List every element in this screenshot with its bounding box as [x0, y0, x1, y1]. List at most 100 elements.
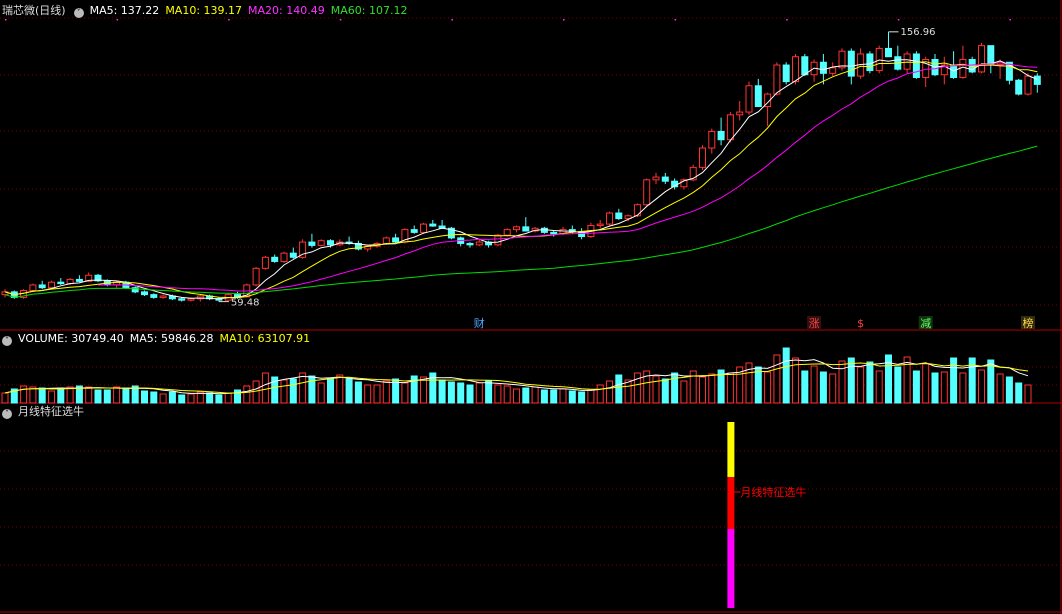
candle-body [912, 53, 920, 78]
candle-body [699, 147, 706, 168]
candlestick [215, 297, 223, 302]
candlestick [38, 280, 46, 290]
candlestick [354, 240, 362, 251]
candle-body [522, 226, 530, 232]
candlestick [764, 92, 772, 126]
event-marker-text: 榜 [1023, 316, 1034, 330]
volume-bar [522, 387, 530, 404]
candlestick [838, 48, 846, 71]
volume-bar [866, 361, 874, 404]
candle-body [903, 53, 911, 70]
candle-body [57, 281, 65, 285]
volume-bar [299, 372, 307, 404]
candle-body [1033, 75, 1041, 85]
volume-bar [550, 389, 558, 404]
candle-body [159, 295, 167, 298]
volume-bar [810, 365, 818, 404]
volume-bar [931, 372, 939, 404]
candle-body [596, 223, 604, 226]
volume-bar [1024, 384, 1032, 404]
volume-bar [438, 379, 446, 404]
volume-bar [103, 389, 111, 404]
candlestick [57, 278, 65, 285]
signal-bar-yellow [727, 422, 735, 477]
volume-bar [141, 390, 148, 404]
volume-bar [652, 375, 660, 404]
volume-bar [447, 381, 455, 404]
volume-bar [38, 387, 46, 404]
candle-body [475, 241, 483, 246]
volume-bar [578, 391, 586, 404]
candle-body [978, 45, 985, 73]
candle-body [540, 227, 548, 233]
top-dot-marker [1009, 19, 1011, 21]
event-marker-text: 财 [474, 316, 485, 330]
volume-bar [633, 372, 641, 404]
candle-body [792, 56, 799, 83]
candlestick [940, 56, 948, 85]
volume-bar [680, 380, 688, 404]
top-dot-marker [674, 19, 677, 21]
volume-bar [159, 393, 167, 404]
candlestick [661, 172, 669, 184]
volume-bar [308, 375, 316, 404]
candle-body [38, 284, 46, 289]
volume-bar [485, 380, 493, 404]
volume-bar [922, 363, 930, 404]
volume-bar [345, 378, 353, 404]
candle-body [866, 53, 874, 72]
candle-body [410, 229, 418, 233]
volume-bar [503, 385, 511, 404]
candle-body [838, 50, 846, 69]
candlestick [745, 81, 753, 115]
volume-bar [243, 385, 251, 404]
volume-bar [206, 392, 214, 404]
candle-body [782, 64, 790, 83]
signal-bar-red [727, 477, 735, 529]
candle-body [745, 85, 753, 113]
volume-bar [857, 366, 865, 404]
volume-bar [568, 390, 576, 404]
candlestick [829, 62, 837, 77]
candle-body [327, 240, 334, 246]
candle-body [420, 223, 427, 233]
candlestick [894, 45, 902, 71]
volume-bar [875, 370, 883, 404]
candle-body [429, 223, 437, 227]
volume-bar [764, 371, 772, 404]
volume-bar [959, 372, 967, 404]
candle-body [392, 237, 400, 243]
volume-bar [708, 373, 716, 404]
candlestick [141, 290, 148, 297]
candle-body [141, 291, 148, 296]
candle-body [503, 229, 511, 236]
candlestick [1015, 78, 1023, 96]
top-dot-marker [451, 19, 453, 21]
candlestick [522, 217, 530, 232]
candle-body [717, 130, 725, 141]
volume-bar [596, 384, 604, 404]
candle-body [261, 256, 269, 269]
volume-bar [829, 373, 837, 404]
candle-body [308, 241, 316, 246]
candle-body [271, 256, 279, 262]
signal-label: 月线特征选牛 [740, 485, 806, 499]
top-dot-marker [116, 19, 119, 21]
event-marker-text: 减 [920, 317, 931, 330]
top-dot-marker [228, 19, 230, 21]
candlestick [996, 59, 1004, 79]
stock-chart[interactable]: 156.96 59.48 财 涨 $ 减 榜月线特征选牛 [0, 0, 1062, 614]
candlestick [513, 225, 520, 233]
candlestick [959, 45, 967, 79]
volume-bar [1015, 382, 1023, 404]
volume-bar [624, 379, 632, 404]
candlestick [754, 78, 762, 108]
candlestick [75, 275, 83, 283]
volume-bar [48, 390, 55, 404]
candle-body [754, 85, 762, 108]
volume-bar [894, 366, 902, 404]
candle-body [643, 179, 651, 206]
volume-bar [513, 388, 520, 404]
candlestick [857, 48, 865, 79]
volume-bar [1005, 376, 1013, 404]
